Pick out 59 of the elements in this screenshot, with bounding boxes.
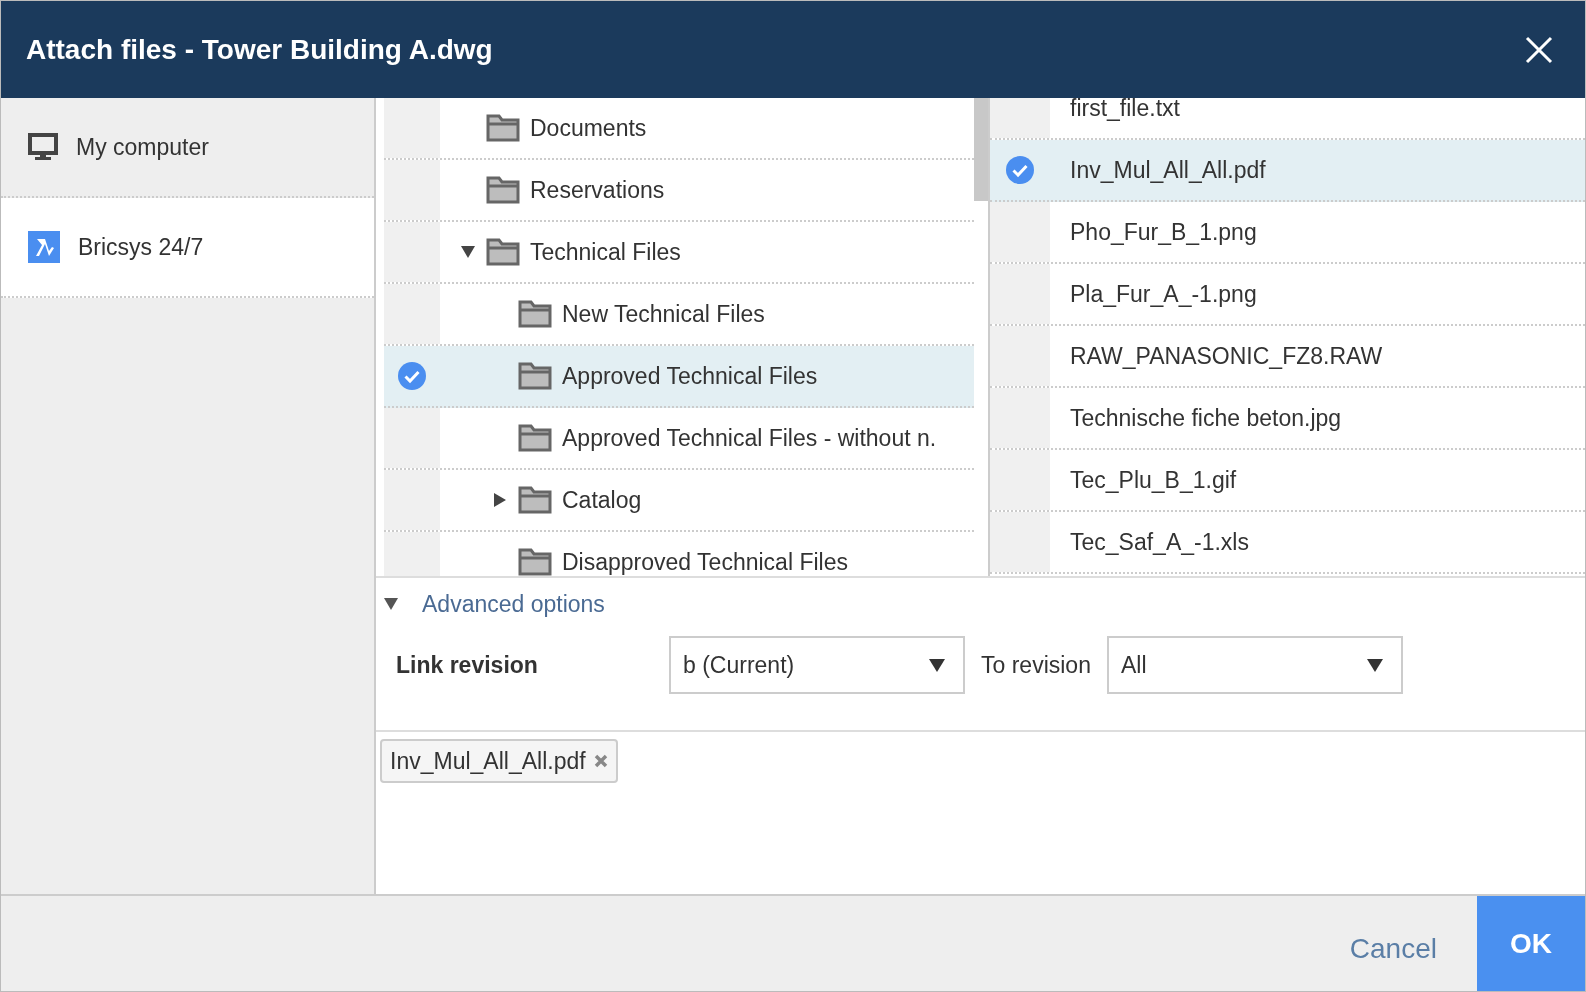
folder-icon	[486, 176, 520, 204]
check-icon	[398, 362, 426, 390]
remove-icon[interactable]	[593, 754, 608, 768]
file-name: RAW_PANASONIC_FZ8.RAW	[1069, 341, 1383, 371]
folder-name: Documents	[530, 114, 647, 142]
file-row[interactable]: Technische fiche beton.jpg	[990, 388, 1585, 450]
expanded-caret-icon[interactable]	[384, 598, 398, 610]
folder-name: Disapproved Technical Files	[562, 548, 848, 576]
file-name: Technische fiche beton.jpg	[1069, 403, 1342, 433]
file-row[interactable]: Inv_Mul_All_All.pdf	[990, 140, 1585, 202]
folder-icon	[486, 238, 520, 266]
file-name: Inv_Mul_All_All.pdf	[1069, 155, 1266, 185]
file-name: first_file.txt	[1069, 98, 1180, 123]
folder-row[interactable]: Disapproved Technical Files	[384, 532, 974, 576]
folder-name: New Technical Files	[562, 300, 765, 328]
expanded-caret-icon[interactable]	[461, 246, 475, 258]
folder-name: Approved Technical Files - without n.	[562, 424, 937, 452]
close-icon[interactable]	[1525, 35, 1553, 64]
folder-row[interactable]: Approved Technical Files	[384, 346, 974, 408]
folder-icon	[518, 424, 552, 452]
link-revision-label: Link revision	[396, 651, 539, 679]
cancel-button[interactable]: Cancel	[1309, 906, 1477, 991]
folder-row[interactable]: Catalog	[384, 470, 974, 532]
advanced-options-link[interactable]: Advanced options	[422, 590, 605, 618]
file-name: Pho_Fur_B_1.png	[1069, 217, 1257, 247]
dropdown-caret-icon	[929, 658, 945, 672]
logo-icon	[28, 231, 60, 263]
file-row[interactable]: RAW_PANASONIC_FZ8.RAW	[990, 326, 1585, 388]
source-item[interactable]: Bricsys 24/7	[1, 198, 374, 298]
to-revision-dropdown[interactable]: All	[1106, 636, 1403, 694]
dropdown-caret-icon	[1366, 658, 1383, 672]
folder-icon	[518, 362, 552, 390]
file-name: Tec_Saf_A_-1.xls	[1069, 527, 1249, 557]
folder-row[interactable]: Reservations	[384, 160, 974, 222]
file-row[interactable]: Pla_Fur_A_-1.png	[990, 264, 1585, 326]
collapsed-caret-icon[interactable]	[494, 493, 506, 507]
folder-row[interactable]: Documents	[384, 98, 974, 160]
folder-name: Reservations	[530, 176, 665, 204]
folder-name: Catalog	[562, 486, 642, 514]
folder-row[interactable]: Technical Files	[384, 222, 974, 284]
revision-dropdown[interactable]: b (Current)	[669, 636, 965, 694]
to-revision-label: To revision	[981, 651, 1091, 679]
folder-row[interactable]: Approved Technical Files - without n.	[384, 408, 974, 470]
window-title: Attach files - Tower Building A.dwg	[26, 33, 493, 66]
folder-icon	[518, 300, 552, 328]
monitor-icon	[28, 133, 58, 161]
attached-file-tag: Inv_Mul_All_All.pdf	[380, 739, 618, 783]
folder-icon	[486, 114, 520, 142]
file-name: Pla_Fur_A_-1.png	[1069, 279, 1257, 309]
file-row[interactable]: Tec_Plu_B_1.gif	[990, 450, 1585, 512]
folder-name: Technical Files	[530, 238, 681, 266]
check-icon	[1006, 156, 1034, 184]
file-name: Tec_Plu_B_1.gif	[1069, 465, 1237, 495]
folder-icon	[518, 548, 552, 576]
file-row[interactable]: Tec_Saf_A_-1.xls	[990, 512, 1585, 574]
folder-icon	[518, 486, 552, 514]
scrollbar-thumb[interactable]	[974, 98, 988, 201]
folder-name: Approved Technical Files	[562, 362, 818, 390]
file-row[interactable]: Pho_Fur_B_1.png	[990, 202, 1585, 264]
